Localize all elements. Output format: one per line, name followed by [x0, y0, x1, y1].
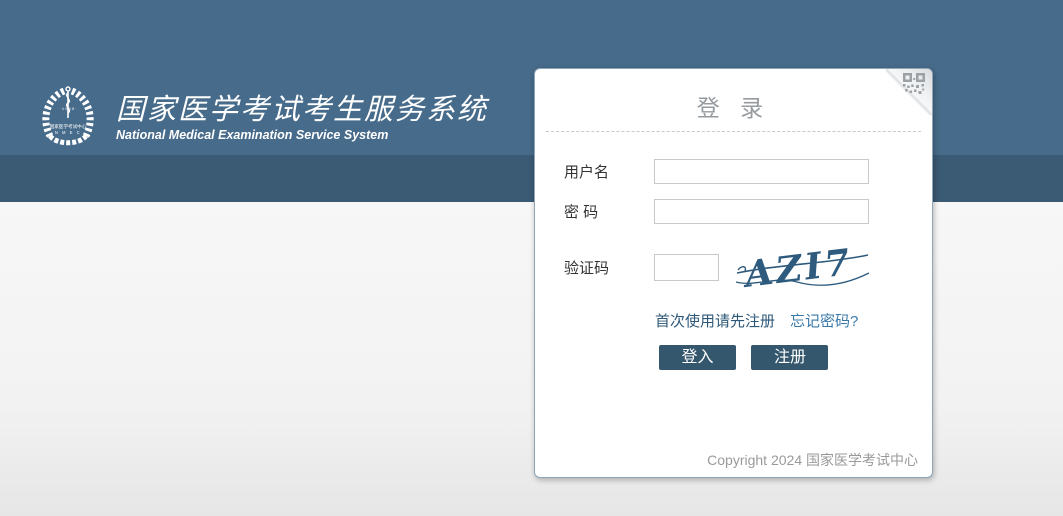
auxiliary-links: 首次使用请先注册忘记密码? [655, 310, 858, 331]
nmec-emblem-icon: · 1 9 8 5 · 国家医学考试中心 N M E C [38, 84, 98, 150]
svg-text:国家医学考试中心: 国家医学考试中心 [50, 123, 87, 130]
password-label: 密 码 [564, 201, 654, 222]
svg-text:N M E C: N M E C [55, 130, 81, 135]
captcha-input[interactable] [654, 254, 719, 281]
login-button[interactable]: 登入 [659, 345, 736, 370]
login-title: 登 录 [535, 89, 932, 123]
divider [546, 131, 921, 132]
svg-text:· 1 9 8 5 ·: · 1 9 8 5 · [59, 106, 76, 111]
login-panel: 登 录 用户名 密 码 验证码 AZI7 首次使用请先注册忘记密码? 登入 [534, 68, 933, 478]
captcha-image[interactable]: AZI7 [735, 242, 870, 288]
username-label: 用户名 [564, 161, 654, 182]
app-title: 国家医学考试考生服务系统 [116, 94, 488, 127]
page-root: · 1 9 8 5 · 国家医学考试中心 N M E C 国家医学考试考生服务系… [0, 0, 1063, 516]
register-hint-link[interactable]: 首次使用请先注册 [655, 313, 775, 330]
register-button[interactable]: 注册 [751, 345, 828, 370]
copyright-text: Copyright 2024 国家医学考试中心 [707, 450, 918, 470]
brand-titles: 国家医学考试考生服务系统 National Medical Examinatio… [116, 94, 488, 142]
forgot-password-link[interactable]: 忘记密码? [790, 313, 858, 330]
captcha-label: 验证码 [564, 257, 654, 278]
brand: · 1 9 8 5 · 国家医学考试中心 N M E C 国家医学考试考生服务系… [38, 84, 488, 150]
app-subtitle: National Medical Examination Service Sys… [116, 128, 488, 142]
password-input[interactable] [654, 199, 869, 224]
button-row: 登入 注册 [659, 345, 828, 370]
username-input[interactable] [654, 159, 869, 184]
password-row: 密 码 [564, 199, 869, 224]
username-row: 用户名 [564, 159, 869, 184]
captcha-row: 验证码 [564, 254, 719, 281]
